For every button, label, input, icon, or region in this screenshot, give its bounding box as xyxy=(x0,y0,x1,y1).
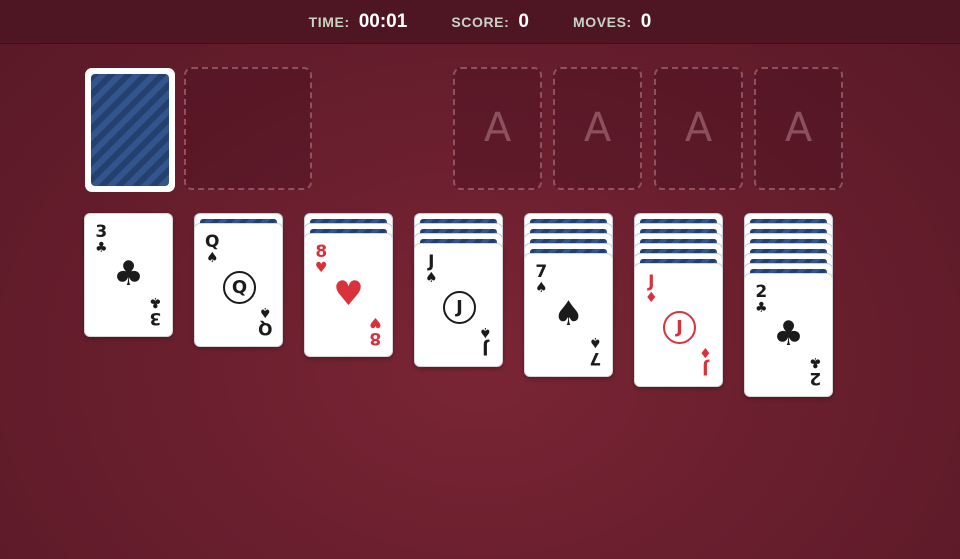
card-corner-bottom: 8 ♥ xyxy=(369,314,382,348)
card-rank: J xyxy=(648,272,655,292)
status-bar: TIME: 00:01 SCORE: 0 MOVES: 0 xyxy=(0,0,960,44)
card-suit-icon: ♠ xyxy=(258,304,272,320)
card-corner-bottom: 7 ♠ xyxy=(589,334,602,368)
card-suit-icon: ♦ xyxy=(699,344,712,360)
card-rank: J xyxy=(482,338,489,358)
card-suit-icon: ♠ xyxy=(205,250,219,266)
card-rank: 2 xyxy=(755,282,768,302)
foundation-3[interactable]: A xyxy=(654,67,743,190)
face-card-emblem: J xyxy=(663,311,696,344)
card-suit-icon: ♣ xyxy=(809,354,822,370)
face-card-emblem: Q xyxy=(223,271,256,304)
foundation-placeholder: A xyxy=(583,105,612,151)
card-rank: 3 xyxy=(149,308,162,328)
card-suit-icon: ♠ xyxy=(425,270,438,286)
card-rank: 8 xyxy=(369,328,382,348)
card-suit-icon: ♥ xyxy=(315,260,328,276)
playing-card[interactable]: J ♦ J ♦ J xyxy=(634,263,723,387)
card-rank: Q xyxy=(205,232,220,252)
card-rank: J xyxy=(428,252,435,272)
foundation-placeholder: A xyxy=(784,105,813,151)
card-rank: Q xyxy=(257,318,272,338)
card-corner-bottom: 3 ♣ xyxy=(149,294,162,328)
card-center-suit-icon: ♠ xyxy=(553,294,584,334)
foundation-placeholder: A xyxy=(483,105,512,151)
moves-stat: MOVES: 0 xyxy=(573,11,651,33)
card-suit-icon: ♣ xyxy=(149,294,162,310)
time-label: TIME: xyxy=(308,13,350,30)
card-corner-top: 7 ♠ xyxy=(535,263,548,295)
score-label: SCORE: xyxy=(451,13,510,30)
card-corner-top: 2 ♣ xyxy=(755,283,768,315)
foundation-2[interactable]: A xyxy=(553,67,642,190)
card-suit-icon: ♠ xyxy=(589,334,602,350)
foundation-1[interactable]: A xyxy=(453,67,542,190)
card-rank: 7 xyxy=(535,262,548,282)
moves-label: MOVES: xyxy=(572,13,632,30)
card-center-suit-icon: ♣ xyxy=(773,314,804,354)
stock-pile[interactable] xyxy=(85,68,175,192)
face-card-emblem: J xyxy=(443,291,476,324)
card-corner-top: J ♠ xyxy=(425,253,438,285)
moves-value: 0 xyxy=(640,10,652,32)
time-stat: TIME: 00:01 xyxy=(309,11,408,33)
card-corner-bottom: J ♠ xyxy=(479,324,492,358)
playing-card[interactable]: 2 ♣ 2 ♣ ♣ xyxy=(744,273,833,397)
card-corner-bottom: 2 ♣ xyxy=(809,354,822,388)
foundation-4[interactable]: A xyxy=(754,67,843,190)
card-rank: 2 xyxy=(809,368,822,388)
card-suit-icon: ♥ xyxy=(369,314,382,330)
time-value: 00:01 xyxy=(358,10,408,32)
card-center-suit-icon: ♣ xyxy=(113,254,144,294)
card-corner-top: Q ♠ xyxy=(205,233,219,265)
card-rank: 3 xyxy=(95,222,108,242)
card-corner-top: 3 ♣ xyxy=(95,223,108,255)
card-rank: 7 xyxy=(589,348,602,368)
card-suit-icon: ♦ xyxy=(645,290,658,306)
playing-card[interactable]: 3 ♣ 3 ♣ ♣ xyxy=(84,213,173,337)
card-corner-bottom: J ♦ xyxy=(699,344,712,378)
card-rank: J xyxy=(702,358,709,378)
card-suit-icon: ♣ xyxy=(95,240,108,256)
card-suit-icon: ♣ xyxy=(755,300,768,316)
score-stat: SCORE: 0 xyxy=(451,11,529,33)
card-corner-top: 8 ♥ xyxy=(315,243,328,275)
card-corner-top: J ♦ xyxy=(645,273,658,305)
waste-pile[interactable] xyxy=(184,67,312,190)
card-center-suit-icon: ♥ xyxy=(333,274,364,314)
card-rank: 8 xyxy=(315,242,328,262)
foundation-placeholder: A xyxy=(684,105,713,151)
score-value: 0 xyxy=(518,10,529,32)
playing-card[interactable]: 8 ♥ 8 ♥ ♥ xyxy=(304,233,393,357)
playing-card[interactable]: J ♠ J ♠ J xyxy=(414,243,503,367)
playing-card[interactable]: 7 ♠ 7 ♠ ♠ xyxy=(524,253,613,377)
card-suit-icon: ♠ xyxy=(535,280,548,296)
card-suit-icon: ♠ xyxy=(479,324,492,340)
card-corner-bottom: Q ♠ xyxy=(257,304,272,338)
playing-card[interactable]: Q ♠ Q ♠ Q xyxy=(194,223,283,347)
